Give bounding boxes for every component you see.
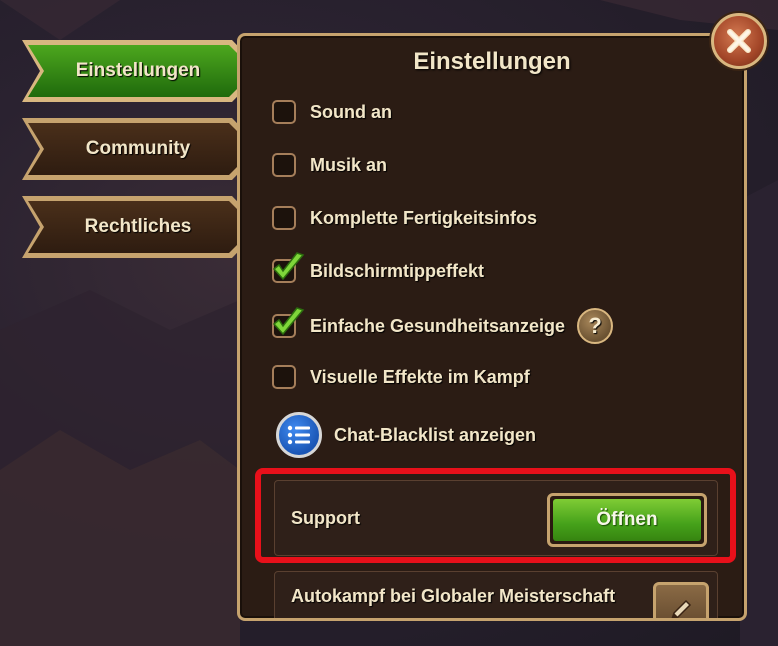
tab-rechtliches[interactable]: Rechtliches (20, 194, 262, 260)
option-label: Komplette Fertigkeitsinfos (310, 207, 538, 228)
sound-checkbox[interactable] (272, 100, 296, 124)
chat-blacklist-item[interactable]: Chat-Blacklist anzeigen (276, 411, 536, 459)
question-icon[interactable]: ? (577, 308, 614, 344)
tap-effect-checkbox[interactable] (272, 252, 305, 283)
close-icon[interactable] (711, 13, 767, 69)
tab-community[interactable]: Community (20, 116, 262, 182)
autokampf-label: Autokampf bei Globaler Meisterschaft (291, 586, 616, 606)
option-label: Einfache Gesundheitsanzeige (310, 315, 566, 336)
option-label: Musik an (310, 154, 388, 175)
autokampf-row: Autokampf bei Globaler Meisterschaft (274, 571, 718, 618)
tab-label: Rechtliches (84, 216, 192, 237)
tab-label: Einstellungen (75, 60, 201, 81)
option-label: Bildschirmtippeffekt (310, 260, 485, 281)
music-checkbox[interactable] (272, 153, 296, 177)
health-bar-checkbox[interactable] (272, 307, 305, 338)
support-highlight-frame (255, 468, 736, 563)
option-visuelle-effekte[interactable]: Visuelle Effekte im Kampf (272, 362, 530, 392)
checkmark-icon (272, 252, 305, 281)
checkmark-icon (272, 307, 305, 336)
option-label: Sound an (310, 101, 392, 122)
option-tippeffekt[interactable]: Bildschirmtippeffekt (272, 252, 485, 286)
panel-title: Einstellungen (413, 48, 571, 75)
option-gesundheitsanzeige[interactable]: Einfache Gesundheitsanzeige ? (272, 306, 614, 346)
option-fertigkeitsinfos[interactable]: Komplette Fertigkeitsinfos (272, 203, 537, 233)
visual-effects-checkbox[interactable] (272, 365, 296, 389)
option-label: Visuelle Effekte im Kampf (310, 366, 530, 387)
chat-blacklist-label: Chat-Blacklist anzeigen (334, 424, 537, 445)
skill-info-checkbox[interactable] (272, 206, 296, 230)
pencil-icon[interactable] (653, 582, 709, 618)
tab-label: Community (85, 138, 191, 159)
tab-einstellungen[interactable]: Einstellungen (20, 38, 262, 104)
list-icon[interactable] (276, 412, 322, 458)
help-glyph: ? (588, 313, 602, 338)
option-sound[interactable]: Sound an (272, 97, 392, 127)
option-musik[interactable]: Musik an (272, 150, 387, 180)
